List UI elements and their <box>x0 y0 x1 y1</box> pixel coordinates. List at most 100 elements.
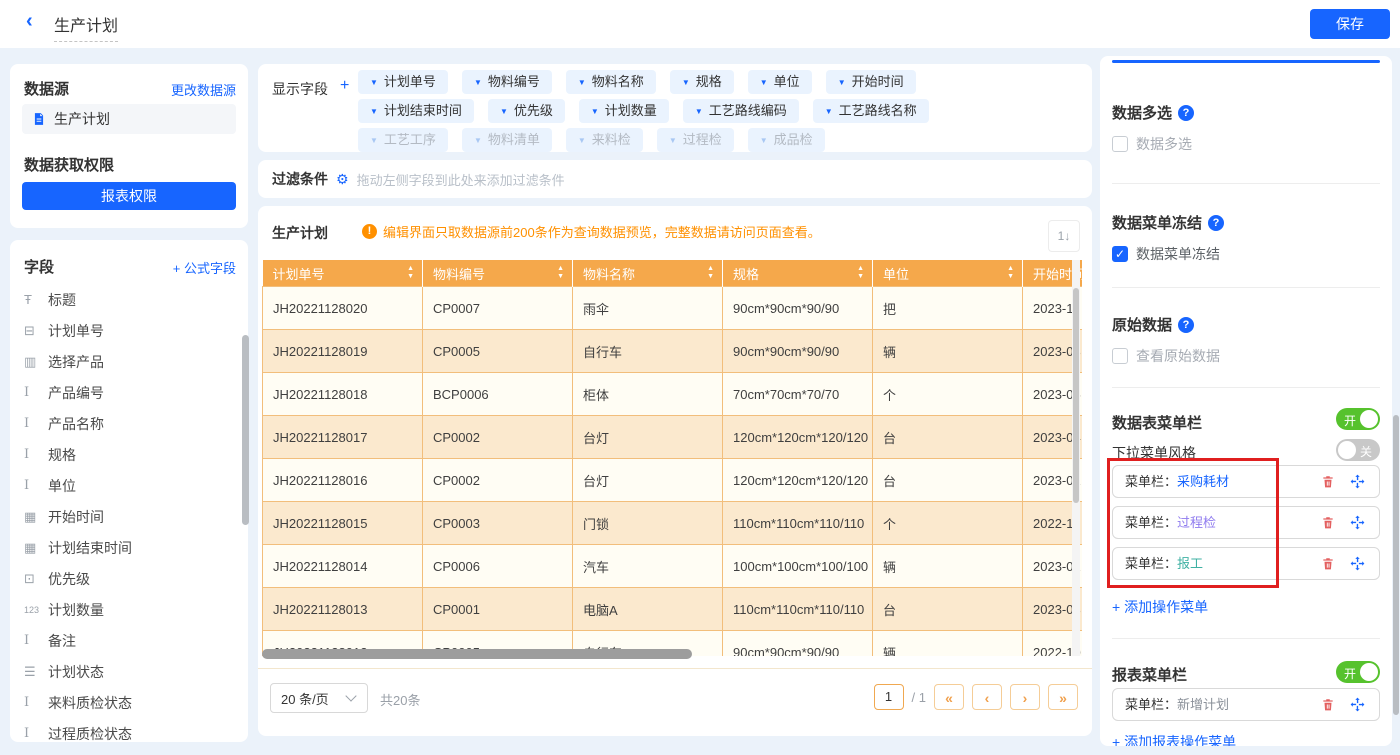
last-page-button[interactable]: » <box>1048 684 1078 710</box>
menu-item-name: 新增计划 <box>1177 697 1229 712</box>
datasource-panel: 数据源 更改数据源 生产计划 数据获取权限 报表权限 <box>10 64 248 228</box>
help-icon[interactable]: ? <box>1178 105 1194 121</box>
report-permission-button[interactable]: 报表权限 <box>22 182 236 210</box>
sort-order-icon[interactable]: 1↓ <box>1048 220 1080 252</box>
table-menu-toggle[interactable]: 开 <box>1336 408 1380 430</box>
field-list-item[interactable]: ▥ 选择产品 <box>24 346 234 377</box>
field-list-item[interactable]: I 单位 <box>24 470 234 501</box>
chevron-down-icon <box>345 690 356 701</box>
raw-data-checkbox[interactable]: 查看原始数据 <box>1112 346 1220 366</box>
table-warning: ! 编辑界面只取数据源前200条作为查询数据预览，完整数据请访问页面查看。 <box>362 222 821 241</box>
display-field-chip[interactable]: ▼优先级 <box>488 99 565 123</box>
back-icon[interactable]: ‹ <box>26 10 33 33</box>
next-page-button[interactable]: › <box>1010 684 1040 710</box>
field-list-item[interactable]: ⊡ 优先级 <box>24 563 234 594</box>
page-total-label: / 1 <box>912 690 926 705</box>
add-formula-field-link[interactable]: + 公式字段 <box>173 258 236 277</box>
display-field-chip[interactable]: ▼工艺路线编码 <box>683 99 799 123</box>
trash-icon[interactable] <box>1321 474 1335 489</box>
display-field-chip[interactable]: ▼物料编号 <box>462 70 552 94</box>
help-icon[interactable]: ? <box>1178 317 1194 333</box>
field-list-item[interactable]: ▦ 开始时间 <box>24 501 234 532</box>
text-icon: I <box>24 385 48 400</box>
display-field-chip[interactable]: ▼物料名称 <box>566 70 656 94</box>
display-field-chip[interactable]: ▼开始时间 <box>826 70 916 94</box>
sort-carets-icon[interactable]: ▲▼ <box>707 265 714 281</box>
fields-list: Ŧ 标题 ⊟ 计划单号 ▥ 选择产品 I 产品编号 I 产品名称 I 规格 I … <box>24 284 234 749</box>
field-list-item[interactable]: I 规格 <box>24 439 234 470</box>
move-icon[interactable] <box>1350 474 1365 489</box>
field-list-item[interactable]: I 来料质检状态 <box>24 687 234 718</box>
field-list-item[interactable]: 123 计划数量 <box>24 594 234 625</box>
display-field-chip[interactable]: ▼来料检 <box>566 128 643 152</box>
table-cell: 90cm*90cm*90/90 <box>723 631 873 657</box>
table-vertical-scrollbar[interactable] <box>1072 260 1080 656</box>
field-list-item[interactable]: Ŧ 标题 <box>24 284 234 315</box>
move-icon[interactable] <box>1350 515 1365 530</box>
field-list-item[interactable]: I 备注 <box>24 625 234 656</box>
display-field-chip[interactable]: ▼计划数量 <box>579 99 669 123</box>
menu-bar-item[interactable]: 菜单栏：采购耗材 <box>1112 465 1380 498</box>
chip-label: 过程检 <box>683 132 722 147</box>
table-cell: 120cm*120cm*120/120 <box>723 459 873 502</box>
datasource-item[interactable]: 生产计划 <box>22 104 236 134</box>
gear-icon[interactable]: ⚙ <box>336 171 349 188</box>
sort-carets-icon[interactable]: ▲▼ <box>407 265 414 281</box>
move-icon[interactable] <box>1350 697 1365 712</box>
warning-text: 编辑界面只取数据源前200条作为查询数据预览，完整数据请访问页面查看。 <box>383 222 821 241</box>
menu-freeze-checkbox[interactable]: ✓ 数据菜单冻结 <box>1112 244 1220 264</box>
field-list-item[interactable]: ☰ 计划状态 <box>24 656 234 687</box>
total-count: 共20条 <box>380 690 420 709</box>
field-list-item[interactable]: I 产品编号 <box>24 377 234 408</box>
menu-bar-item[interactable]: 菜单栏：新增计划 <box>1112 688 1380 721</box>
column-header[interactable]: 物料编号▲▼ <box>423 260 573 287</box>
add-report-menu-link[interactable]: + 添加报表操作菜单 <box>1112 732 1236 746</box>
column-header[interactable]: 计划单号▲▼ <box>263 260 423 287</box>
field-list-item[interactable]: I 产品名称 <box>24 408 234 439</box>
save-button[interactable]: 保存 <box>1310 9 1390 39</box>
prev-page-button[interactable]: ‹ <box>972 684 1002 710</box>
permission-title: 数据获取权限 <box>24 154 114 175</box>
sort-carets-icon[interactable]: ▲▼ <box>557 265 564 281</box>
display-field-chip[interactable]: ▼规格 <box>670 70 734 94</box>
display-field-chip[interactable]: ▼单位 <box>748 70 812 94</box>
field-list-item[interactable]: ▦ 计划结束时间 <box>24 532 234 563</box>
first-page-button[interactable]: « <box>934 684 964 710</box>
add-display-field-button[interactable]: + <box>340 77 349 95</box>
table-cell: 柜体 <box>573 373 723 416</box>
display-field-chip[interactable]: ▼计划单号 <box>358 70 448 94</box>
add-action-menu-link[interactable]: + 添加操作菜单 <box>1112 597 1208 617</box>
multi-select-checkbox[interactable]: 数据多选 <box>1112 134 1192 154</box>
report-menu-toggle[interactable]: 开 <box>1336 661 1380 683</box>
settings-scrollbar[interactable] <box>1393 415 1399 715</box>
dropdown-style-toggle[interactable]: 关 <box>1336 439 1380 461</box>
trash-icon[interactable] <box>1321 556 1335 571</box>
column-header[interactable]: 单位▲▼ <box>873 260 1023 287</box>
column-header[interactable]: 物料名称▲▼ <box>573 260 723 287</box>
table-cell: CP0003 <box>423 502 573 545</box>
move-icon[interactable] <box>1350 556 1365 571</box>
field-label: 计划结束时间 <box>48 538 132 558</box>
menu-bar-item[interactable]: 菜单栏：过程检 <box>1112 506 1380 539</box>
chip-label: 工艺路线编码 <box>709 103 787 118</box>
field-list-item[interactable]: ⊟ 计划单号 <box>24 315 234 346</box>
display-field-chip[interactable]: ▼过程检 <box>657 128 734 152</box>
help-icon[interactable]: ? <box>1208 215 1224 231</box>
column-header[interactable]: 规格▲▼ <box>723 260 873 287</box>
display-field-chip[interactable]: ▼工艺工序 <box>358 128 448 152</box>
field-list-item[interactable]: I 过程质检状态 <box>24 718 234 749</box>
display-field-chip[interactable]: ▼计划结束时间 <box>358 99 474 123</box>
page-size-select[interactable]: 20 条/页 <box>270 683 368 713</box>
change-datasource-link[interactable]: 更改数据源 <box>171 80 236 99</box>
fields-scrollbar[interactable] <box>242 335 249 525</box>
display-field-chip[interactable]: ▼成品检 <box>748 128 825 152</box>
sort-carets-icon[interactable]: ▲▼ <box>857 265 864 281</box>
trash-icon[interactable] <box>1321 515 1335 530</box>
display-field-chip[interactable]: ▼物料清单 <box>462 128 552 152</box>
trash-icon[interactable] <box>1321 697 1335 712</box>
table-horizontal-scrollbar[interactable] <box>262 649 692 659</box>
menu-bar-item[interactable]: 菜单栏：报工 <box>1112 547 1380 580</box>
sort-carets-icon[interactable]: ▲▼ <box>1007 265 1014 281</box>
page-number-input[interactable]: 1 <box>874 684 904 710</box>
display-field-chip[interactable]: ▼工艺路线名称 <box>813 99 929 123</box>
